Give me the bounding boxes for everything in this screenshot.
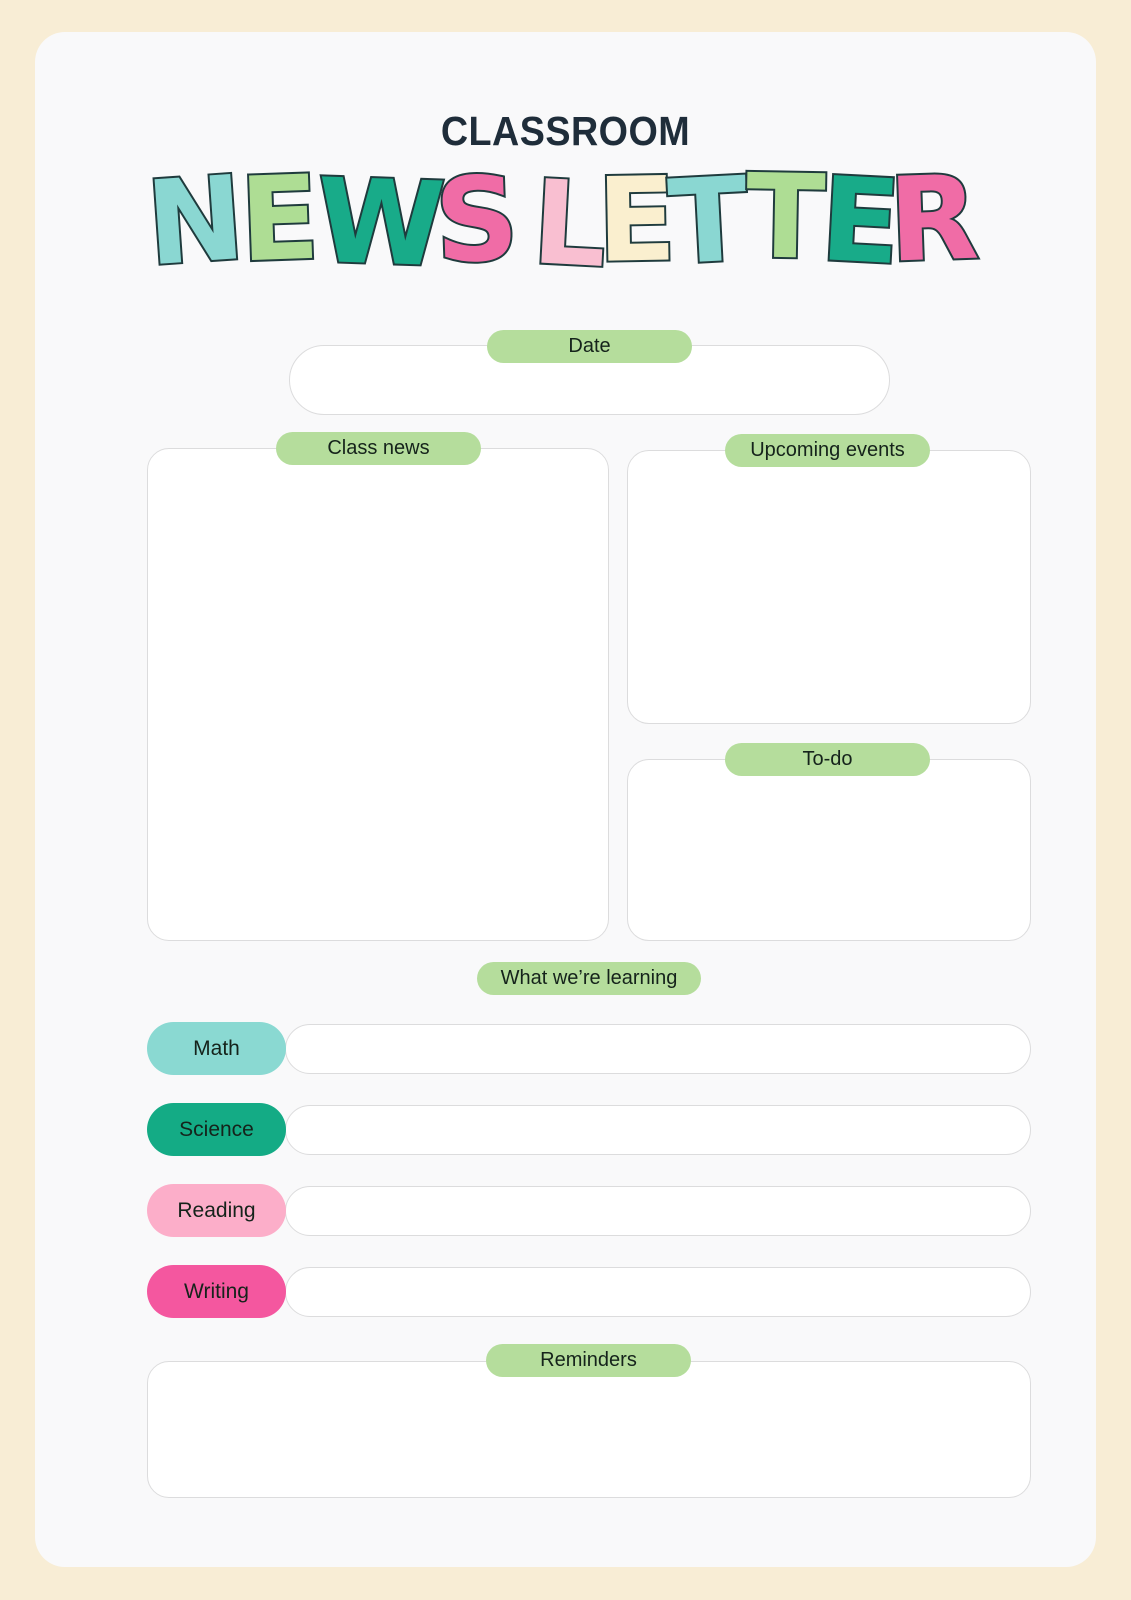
subject-input-writing[interactable]	[285, 1267, 1031, 1317]
subject-row-reading: Reading	[147, 1184, 1031, 1237]
wordmark-letter-7: T	[743, 147, 828, 287]
todo-input[interactable]	[627, 759, 1031, 941]
newsletter-wordmark: NEWSLETTER	[35, 147, 1096, 296]
page-kicker: CLASSROOM	[440, 108, 691, 154]
newsletter-page: CLASSROOM NEWSLETTER Date Class news Upc…	[35, 32, 1096, 1567]
label-reminders: Reminders	[486, 1344, 691, 1377]
subject-row-writing: Writing	[147, 1265, 1031, 1318]
wordmark-letter-6: T	[663, 150, 753, 293]
wordmark-letter-2: W	[312, 152, 449, 295]
subject-input-math[interactable]	[285, 1024, 1031, 1074]
subject-pill-writing: Writing	[147, 1265, 286, 1318]
wordmark-letter-0: N	[140, 149, 250, 294]
label-date: Date	[487, 330, 692, 363]
wordmark-letter-5: E	[594, 150, 680, 290]
subject-pill-reading: Reading	[147, 1184, 286, 1237]
label-upcoming-events: Upcoming events	[725, 434, 930, 467]
label-todo: To-do	[725, 743, 930, 776]
wordmark-letter-1: E	[235, 149, 323, 291]
subject-row-math: Math	[147, 1022, 1031, 1075]
subject-pill-science: Science	[147, 1103, 286, 1156]
class-news-input[interactable]	[147, 448, 609, 941]
subject-row-science: Science	[147, 1103, 1031, 1156]
upcoming-events-input[interactable]	[627, 450, 1031, 724]
wordmark-letter-3: S	[431, 150, 523, 292]
label-class-news: Class news	[276, 432, 481, 465]
subject-pill-math: Math	[147, 1022, 286, 1075]
subject-input-science[interactable]	[285, 1105, 1031, 1155]
subject-input-reading[interactable]	[285, 1186, 1031, 1236]
label-what-were-learning: What we’re learning	[477, 962, 701, 995]
reminders-input[interactable]	[147, 1361, 1031, 1498]
wordmark-letter-9: R	[885, 149, 983, 291]
